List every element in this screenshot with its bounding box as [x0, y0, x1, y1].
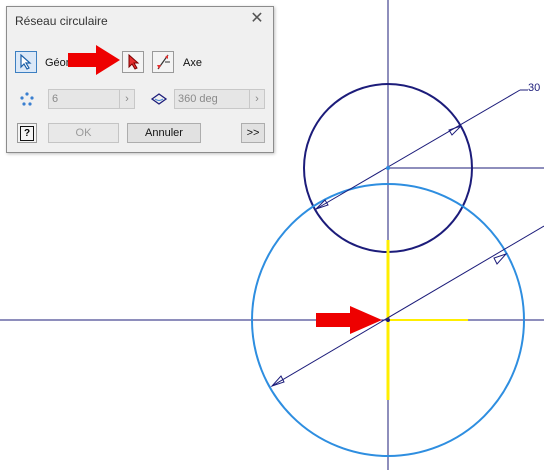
flip-direction-icon [157, 54, 170, 70]
dimension-value: 30 [528, 82, 541, 94]
flip-direction-button[interactable] [152, 51, 174, 73]
help-button[interactable]: ? [17, 123, 37, 143]
red-arrow-dialog [68, 45, 120, 75]
count-value: 6 [52, 93, 59, 105]
circular-pattern-dialog: Réseau circulaire ✕ Géom Axe 6 › 360 deg… [6, 6, 274, 153]
angle-field[interactable]: 360 deg › [174, 89, 265, 109]
ok-button[interactable]: OK [48, 123, 119, 143]
count-field[interactable]: 6 › [48, 89, 135, 109]
count-icon [20, 92, 34, 106]
red-arrow-center [316, 306, 382, 334]
bottom-diameter-arrow-end [493, 252, 508, 265]
bottom-center-point [386, 318, 390, 322]
angle-chevron-icon[interactable]: › [249, 90, 264, 108]
red-cursor-icon [128, 54, 140, 70]
axis-label: Axe [183, 57, 202, 69]
angle-icon [150, 93, 168, 105]
more-options-button[interactable]: >> [241, 123, 265, 143]
top-diameter-line [315, 89, 521, 210]
geometry-select-button[interactable] [15, 51, 37, 73]
count-chevron-icon[interactable]: › [119, 90, 134, 108]
close-button[interactable]: ✕ [249, 11, 265, 27]
dialog-title: Réseau circulaire [15, 14, 108, 28]
bottom-diameter-arrow-start [270, 375, 285, 388]
top-center-point [386, 166, 390, 170]
cancel-button[interactable]: Annuler [127, 123, 201, 143]
cursor-icon [20, 54, 32, 70]
help-icon: ? [20, 125, 34, 141]
angle-value: 360 deg [178, 93, 218, 105]
